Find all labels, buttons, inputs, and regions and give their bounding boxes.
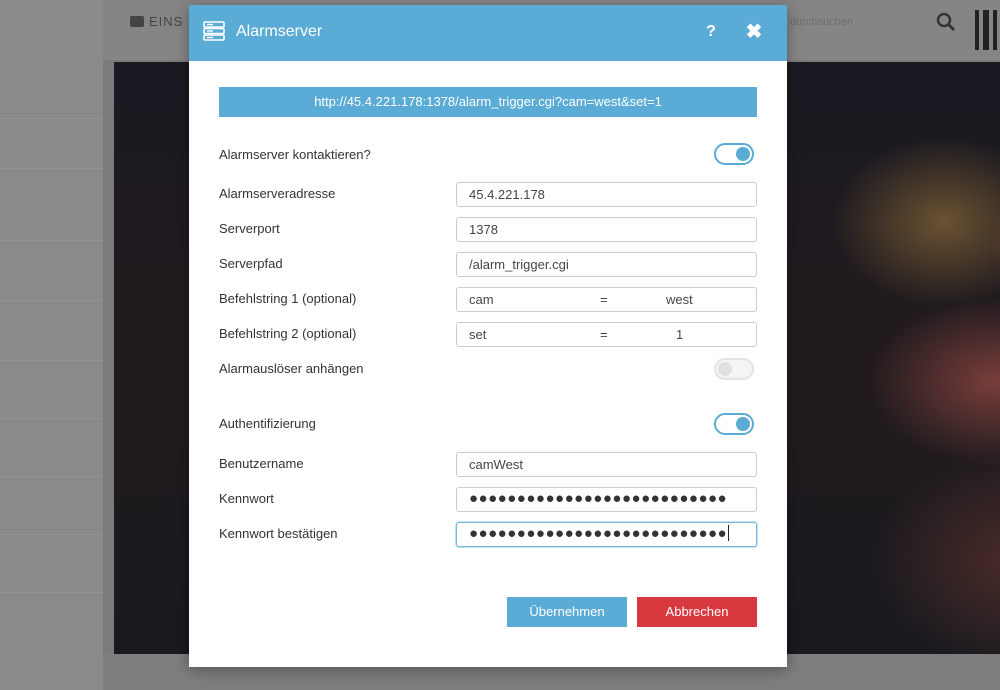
text-caret [728,525,730,541]
confirm-password-label: Kennwort bestätigen [219,526,338,541]
apply-button[interactable]: Übernehmen [507,597,627,627]
address-label: Alarmserveradresse [219,186,336,201]
background-search-text: durchsuchen [790,16,853,28]
contact-toggle[interactable] [714,143,754,165]
search-icon [936,12,956,32]
trigger-toggle[interactable] [714,358,754,380]
cmd2-input[interactable]: set = 1 [456,322,757,347]
contact-label: Alarmserver kontaktieren? [219,147,371,162]
server-icon [203,21,225,41]
cmd1-label: Befehlstring 1 (optional) [219,291,357,306]
cmd1-key: cam [469,292,494,307]
auth-toggle[interactable] [714,413,754,435]
confirm-password-input[interactable]: ●●●●●●●●●●●●●●●●●●●●●●●●●●● [456,522,757,547]
username-value: camWest [469,457,523,472]
cancel-button[interactable]: Abbrechen [637,597,757,627]
path-label: Serverpfad [219,256,283,271]
trigger-label: Alarmauslöser anhängen [219,361,364,376]
cmd1-equals: = [600,292,608,307]
username-input[interactable]: camWest [456,452,757,477]
logo [975,10,1000,50]
user-label: Benutzername [219,456,304,471]
auth-label: Authentifizierung [219,416,316,431]
close-icon[interactable]: ✖ [744,22,764,42]
camera-icon [130,16,144,27]
password-label: Kennwort [219,491,274,506]
alarm-url-preview: http://45.4.221.178:1378/alarm_trigger.c… [219,87,757,117]
background-tab: EINS [130,14,183,29]
password-input[interactable]: ●●●●●●●●●●●●●●●●●●●●●●●●●●● [456,487,757,512]
help-icon[interactable]: ? [701,22,721,42]
address-input[interactable]: 45.4.221.178 [456,182,757,207]
port-label: Serverport [219,221,280,236]
cmd2-equals: = [600,327,608,342]
dialog-title: Alarmserver [236,23,323,40]
toggle-knob [736,417,750,431]
cmd1-value: west [666,292,693,307]
cmd2-label: Befehlstring 2 (optional) [219,326,357,341]
path-input[interactable]: /alarm_trigger.cgi [456,252,757,277]
background-sidebar [0,0,103,690]
cmd2-key: set [469,327,487,342]
dialog-header: Alarmserver ? ✖ [189,5,787,61]
port-value: 1378 [469,222,498,237]
path-value: /alarm_trigger.cgi [469,257,569,272]
port-input[interactable]: 1378 [456,217,757,242]
alarmserver-dialog: Alarmserver ? ✖ http://45.4.221.178:1378… [189,5,787,667]
cmd1-input[interactable]: cam = west [456,287,757,312]
address-value: 45.4.221.178 [469,187,545,202]
toggle-knob [736,147,750,161]
toggle-knob [718,362,732,376]
cmd2-value: 1 [676,327,684,342]
password-mask: ●●●●●●●●●●●●●●●●●●●●●●●●●●● [469,490,728,507]
confirm-password-mask: ●●●●●●●●●●●●●●●●●●●●●●●●●●● [469,525,728,542]
